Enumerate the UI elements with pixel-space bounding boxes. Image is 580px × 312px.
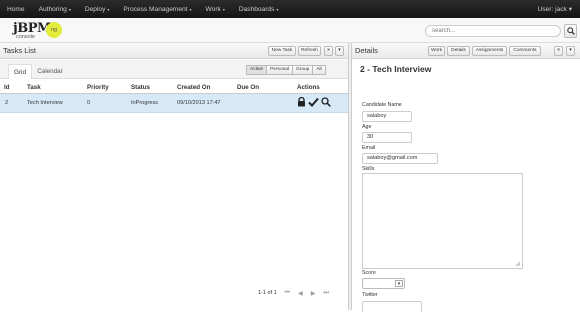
table-header: Id Task Priority Status Created On Due O…	[0, 80, 348, 94]
search-button[interactable]	[564, 24, 577, 38]
table-row[interactable]: 2 Tech Interview 0 InProgress 09/10/2013…	[0, 94, 348, 113]
assignments-button[interactable]: Assignments	[472, 46, 507, 56]
lock-icon[interactable]	[297, 97, 306, 107]
skills-label: Skills	[362, 166, 375, 172]
last-page-icon[interactable]: ⏭	[323, 290, 328, 297]
checkmark-icon[interactable]	[308, 97, 319, 107]
candidate-name-field[interactable]: salaboy	[362, 111, 412, 122]
nav-home[interactable]: Home	[0, 6, 32, 13]
tasks-panel-title: Tasks List	[3, 46, 36, 55]
comments-button[interactable]: Comments	[509, 46, 541, 56]
logo-badge: ng	[46, 22, 62, 38]
skills-textarea[interactable]	[362, 173, 523, 269]
panel-menu-icon[interactable]: ▾	[335, 46, 344, 56]
nav-dashboards[interactable]: Dashboards ▾	[232, 6, 286, 13]
column-header-created-on[interactable]: Created On	[177, 84, 210, 91]
twitter-label: Twitter	[362, 292, 378, 298]
tasks-table: Id Task Priority Status Created On Due O…	[0, 80, 348, 113]
tab-calendar[interactable]: Calendar	[35, 64, 65, 79]
nav-deploy[interactable]: Deploy ▾	[78, 6, 117, 13]
first-page-icon[interactable]: ⏮	[285, 290, 290, 297]
cell-id: 2	[5, 100, 9, 106]
age-field[interactable]: 30	[362, 132, 412, 143]
cell-created-on: 09/10/2013 17:47	[177, 100, 221, 106]
tab-grid[interactable]: Grid	[8, 64, 32, 79]
age-label: Age	[362, 124, 372, 130]
panel-menu-icon[interactable]: ▾	[566, 46, 575, 56]
row-actions	[297, 97, 331, 107]
column-header-due-on[interactable]: Due On	[237, 84, 259, 91]
prev-page-icon[interactable]: ◀	[298, 290, 303, 297]
logo-subtitle: console	[16, 34, 35, 40]
search-input[interactable]	[425, 25, 561, 37]
task-detail-title: 2 - Tech Interview	[360, 64, 432, 74]
pager: 1-1 of 1 ⏮ ◀ ▶ ⏭	[258, 287, 329, 299]
resize-handle-icon[interactable]	[515, 261, 521, 267]
nav-work[interactable]: Work ▾	[199, 6, 232, 13]
column-header-priority[interactable]: Priority	[87, 84, 109, 91]
pager-label: 1-1 of 1	[258, 290, 277, 296]
details-button[interactable]: Details	[447, 46, 470, 56]
close-icon[interactable]: ×	[554, 46, 563, 56]
column-header-status[interactable]: Status	[131, 84, 150, 91]
tasks-panel-header: Tasks List New Task Refresh × ▾	[0, 43, 348, 59]
twitter-field[interactable]	[362, 301, 422, 312]
cell-task: Tech Interview	[27, 100, 63, 106]
details-panel-header: Details Work Details Assignments Comment…	[352, 43, 580, 59]
chevron-down-icon: ▾	[222, 6, 225, 12]
details-panel-title: Details	[355, 46, 378, 55]
column-header-task[interactable]: Task	[27, 84, 41, 91]
search-icon	[566, 27, 575, 35]
new-task-button[interactable]: New Task	[268, 46, 296, 56]
refresh-button[interactable]: Refresh	[298, 46, 321, 56]
column-header-id[interactable]: Id	[4, 84, 10, 91]
chevron-down-icon: ▾	[395, 280, 403, 287]
filter-all-button[interactable]: All	[312, 65, 326, 75]
details-panel-body: 2 - Tech Interview Candidate Name salabo…	[352, 60, 580, 312]
chevron-down-icon: ▾	[189, 6, 192, 12]
chevron-down-icon: ▾	[276, 6, 279, 12]
top-navbar: Home Authoring ▾ Deploy ▾ Process Manageme…	[0, 0, 580, 18]
cell-priority: 0	[87, 100, 91, 106]
filter-active-button[interactable]: Active	[246, 65, 268, 75]
chevron-down-icon: ▾	[68, 6, 71, 12]
chevron-down-icon: ▾	[107, 6, 110, 12]
work-button[interactable]: Work	[428, 46, 445, 56]
score-select[interactable]: ▾	[362, 278, 405, 289]
email-field[interactable]: salaboy@gmail.com	[362, 153, 438, 164]
column-header-actions: Actions	[297, 84, 320, 91]
score-label: Score	[362, 270, 376, 276]
search-icon[interactable]	[321, 97, 331, 107]
candidate-name-label: Candidate Name	[362, 102, 402, 108]
email-label: Email	[362, 145, 376, 151]
nav-authoring[interactable]: Authoring ▾	[32, 6, 78, 13]
task-filter-group: Active Personal Group All	[246, 65, 326, 75]
filter-personal-button[interactable]: Personal	[266, 65, 294, 75]
close-icon[interactable]: ×	[324, 46, 333, 56]
cell-status: InProgress	[131, 100, 159, 106]
filter-group-button[interactable]: Group	[292, 65, 314, 75]
nav-process-management[interactable]: Process Management ▾	[116, 6, 198, 13]
next-page-icon[interactable]: ▶	[311, 290, 316, 297]
user-menu[interactable]: User: jack ▾	[538, 5, 580, 13]
